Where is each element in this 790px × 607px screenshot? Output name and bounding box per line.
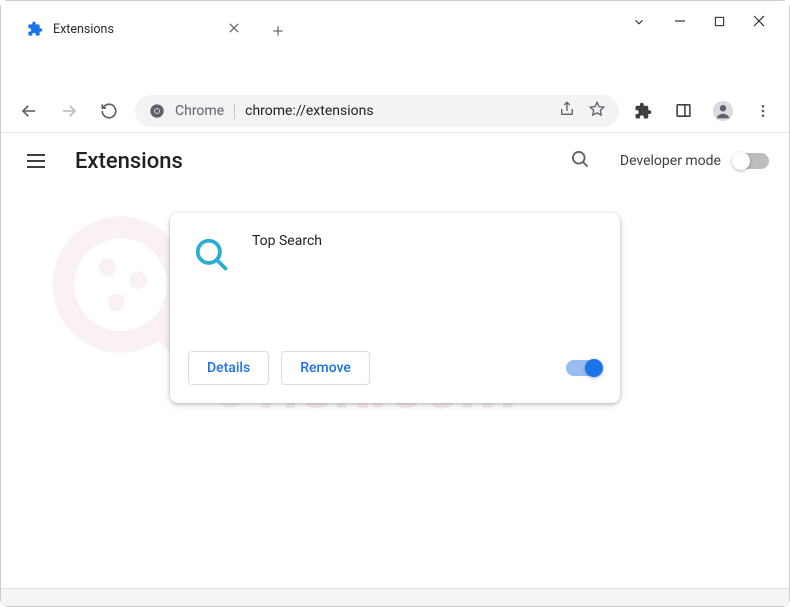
- extension-enable-toggle[interactable]: [566, 360, 602, 376]
- remove-button[interactable]: Remove: [281, 351, 370, 385]
- omnibox-url: chrome://extensions: [245, 103, 549, 119]
- puzzle-icon: [27, 21, 43, 37]
- profile-avatar-icon[interactable]: [711, 99, 735, 123]
- developer-mode-control: Developer mode: [620, 153, 769, 169]
- window-close-button[interactable]: [753, 15, 765, 31]
- page-title: Extensions: [75, 149, 183, 174]
- chrome-logo-icon: [149, 103, 165, 119]
- extensions-puzzle-icon[interactable]: [631, 99, 655, 123]
- back-button[interactable]: [15, 97, 43, 125]
- new-tab-button[interactable]: [263, 15, 293, 47]
- window-maximize-button[interactable]: [714, 15, 725, 31]
- window-minimize-button[interactable]: [674, 15, 686, 31]
- magnifier-icon: [192, 235, 232, 275]
- extensions-list: Top Search Details Remove: [1, 189, 789, 419]
- tab-title: Extensions: [53, 22, 219, 37]
- extensions-page-header: Extensions Developer mode: [1, 133, 789, 189]
- window-bottom-bar: [1, 588, 789, 606]
- tab-strip: Extensions: [1, 7, 589, 47]
- search-icon[interactable]: [564, 143, 596, 179]
- forward-button[interactable]: [55, 97, 83, 125]
- tab-close-button[interactable]: [229, 21, 239, 37]
- side-panel-icon[interactable]: [671, 99, 695, 123]
- browser-toolbar: Chrome chrome://extensions: [1, 89, 789, 133]
- omnibox-chip: Chrome: [175, 103, 224, 119]
- extension-card: Top Search Details Remove: [170, 213, 620, 403]
- menu-button[interactable]: [21, 148, 51, 174]
- bookmark-star-icon[interactable]: [589, 101, 605, 121]
- details-button[interactable]: Details: [188, 351, 269, 385]
- window-dropdown-icon[interactable]: [632, 14, 646, 33]
- kebab-menu-icon[interactable]: [751, 99, 775, 123]
- share-icon[interactable]: [559, 101, 575, 121]
- browser-tab[interactable]: Extensions: [13, 11, 253, 47]
- developer-mode-label: Developer mode: [620, 153, 721, 169]
- address-bar[interactable]: Chrome chrome://extensions: [135, 95, 619, 127]
- reload-button[interactable]: [95, 97, 123, 125]
- omnibox-divider: [234, 103, 235, 119]
- extension-name: Top Search: [252, 231, 322, 331]
- developer-mode-toggle[interactable]: [733, 153, 769, 169]
